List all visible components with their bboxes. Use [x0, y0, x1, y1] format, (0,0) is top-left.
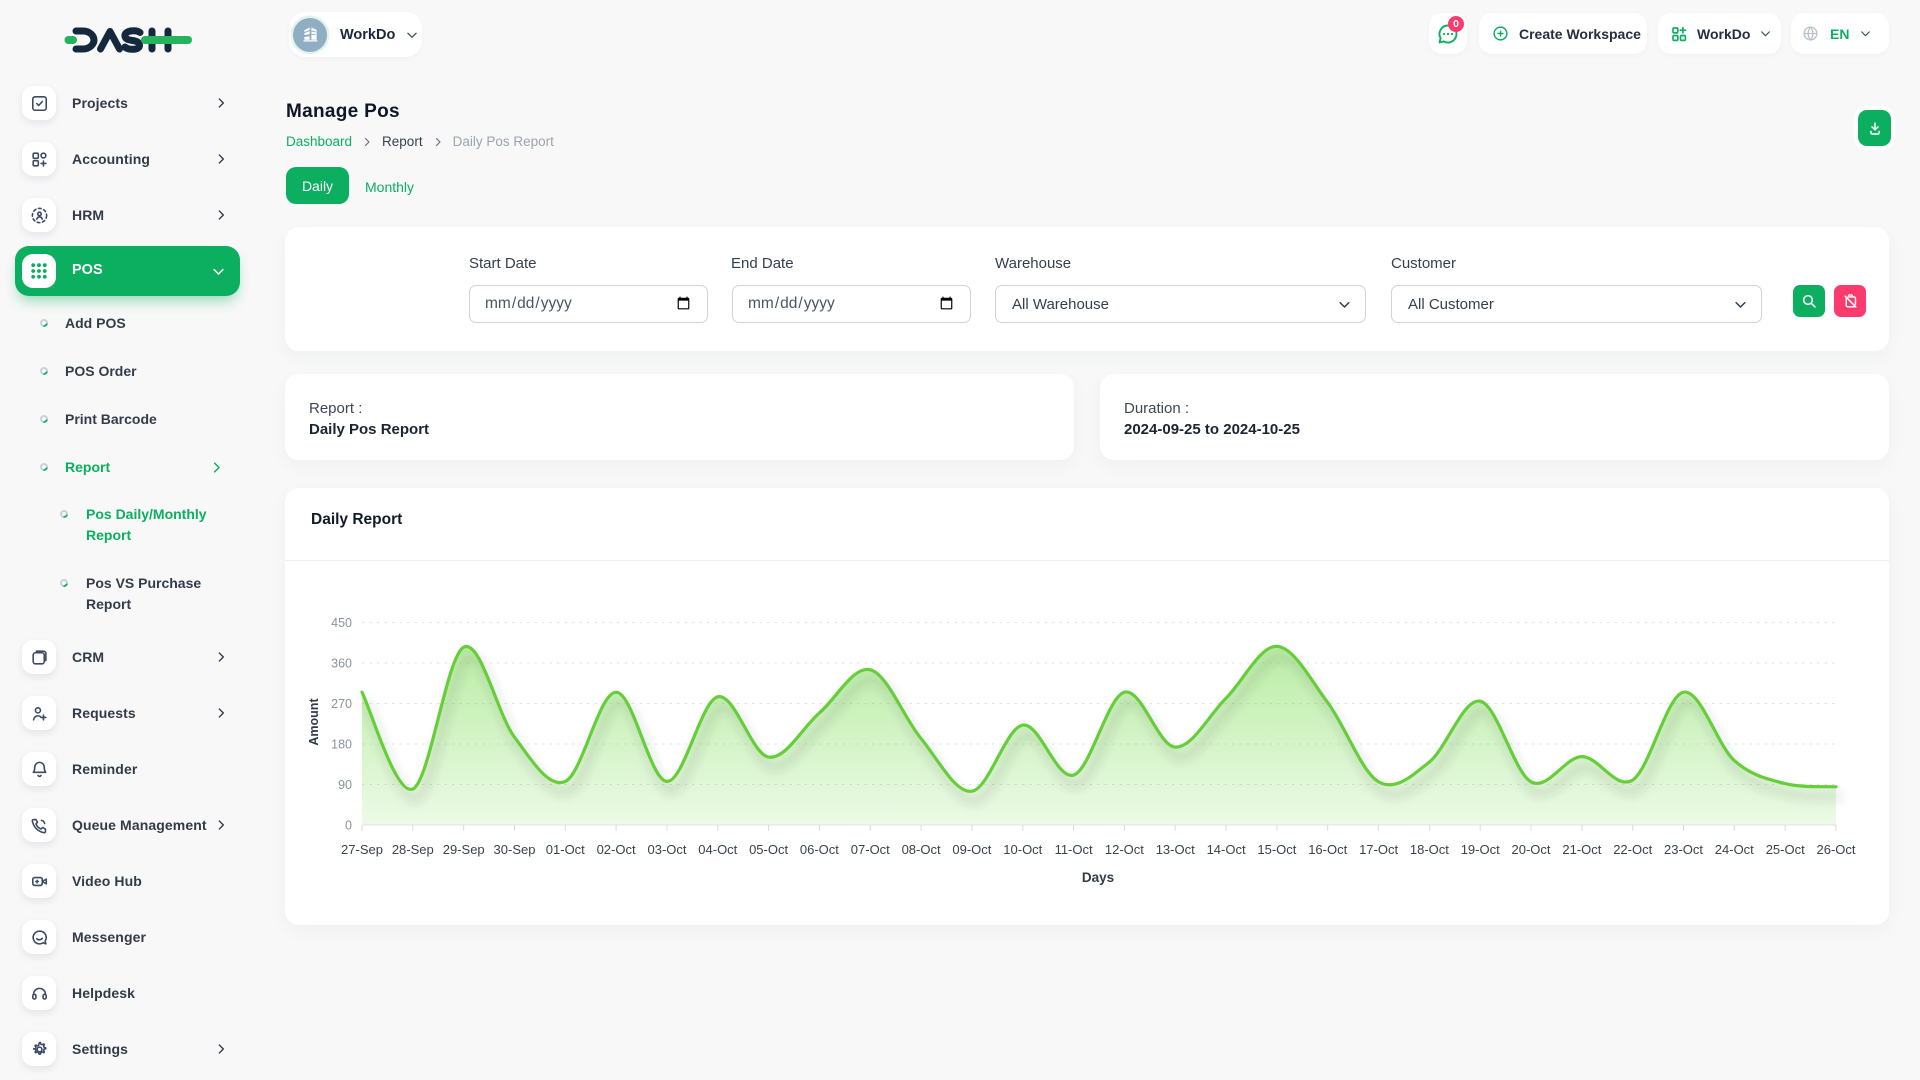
svg-text:270: 270	[331, 697, 352, 711]
svg-text:24-Oct: 24-Oct	[1715, 842, 1754, 857]
svg-text:23-Oct: 23-Oct	[1664, 842, 1703, 857]
svg-text:30-Sep: 30-Sep	[494, 842, 536, 857]
svg-text:11-Oct: 11-Oct	[1055, 842, 1093, 857]
svg-text:06-Oct: 06-Oct	[800, 842, 839, 857]
svg-text:03-Oct: 03-Oct	[647, 842, 686, 857]
svg-text:02-Oct: 02-Oct	[597, 842, 636, 857]
svg-text:29-Sep: 29-Sep	[443, 842, 485, 857]
svg-text:12-Oct: 12-Oct	[1105, 842, 1144, 857]
svg-text:26-Oct: 26-Oct	[1816, 842, 1855, 857]
svg-text:Days: Days	[1082, 870, 1114, 885]
svg-text:04-Oct: 04-Oct	[698, 842, 737, 857]
svg-text:15-Oct: 15-Oct	[1257, 842, 1296, 857]
svg-text:Amount: Amount	[307, 698, 321, 746]
svg-text:21-Oct: 21-Oct	[1562, 842, 1601, 857]
svg-text:07-Oct: 07-Oct	[851, 842, 890, 857]
svg-text:01-Oct: 01-Oct	[546, 842, 585, 857]
svg-text:10-Oct: 10-Oct	[1003, 842, 1042, 857]
svg-text:16-Oct: 16-Oct	[1308, 842, 1347, 857]
svg-text:14-Oct: 14-Oct	[1207, 842, 1246, 857]
svg-text:27-Sep: 27-Sep	[341, 842, 383, 857]
svg-text:05-Oct: 05-Oct	[749, 842, 788, 857]
svg-text:17-Oct: 17-Oct	[1359, 842, 1398, 857]
svg-text:08-Oct: 08-Oct	[902, 842, 941, 857]
svg-text:18-Oct: 18-Oct	[1410, 842, 1449, 857]
svg-text:180: 180	[331, 738, 352, 752]
svg-text:22-Oct: 22-Oct	[1613, 842, 1652, 857]
svg-text:25-Oct: 25-Oct	[1766, 842, 1805, 857]
svg-text:28-Sep: 28-Sep	[392, 842, 434, 857]
svg-text:13-Oct: 13-Oct	[1156, 842, 1195, 857]
svg-text:360: 360	[331, 657, 352, 671]
svg-text:450: 450	[331, 616, 352, 630]
svg-text:19-Oct: 19-Oct	[1461, 842, 1500, 857]
svg-text:0: 0	[345, 819, 352, 833]
svg-text:90: 90	[338, 778, 352, 792]
svg-text:09-Oct: 09-Oct	[952, 842, 991, 857]
svg-text:20-Oct: 20-Oct	[1511, 842, 1550, 857]
